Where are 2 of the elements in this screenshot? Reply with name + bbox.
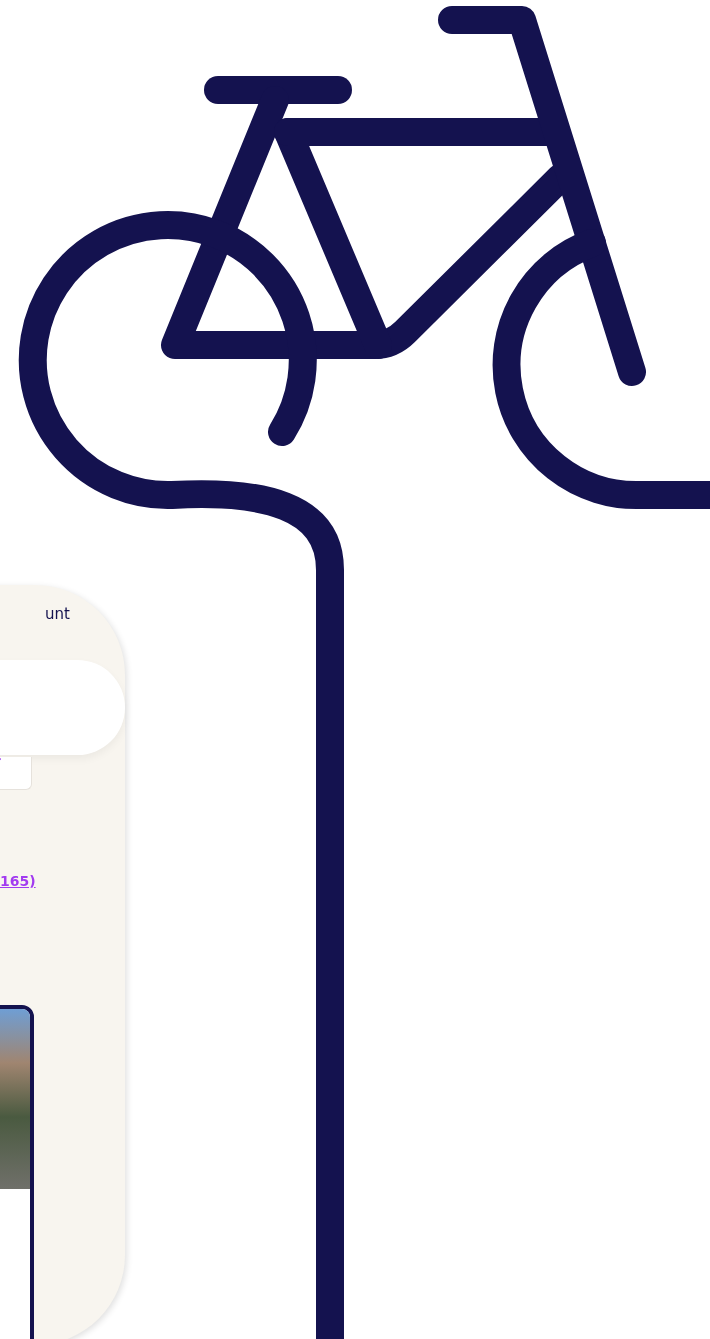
count-link[interactable]: 165) bbox=[0, 873, 36, 889]
account-link[interactable]: unt bbox=[45, 605, 70, 623]
